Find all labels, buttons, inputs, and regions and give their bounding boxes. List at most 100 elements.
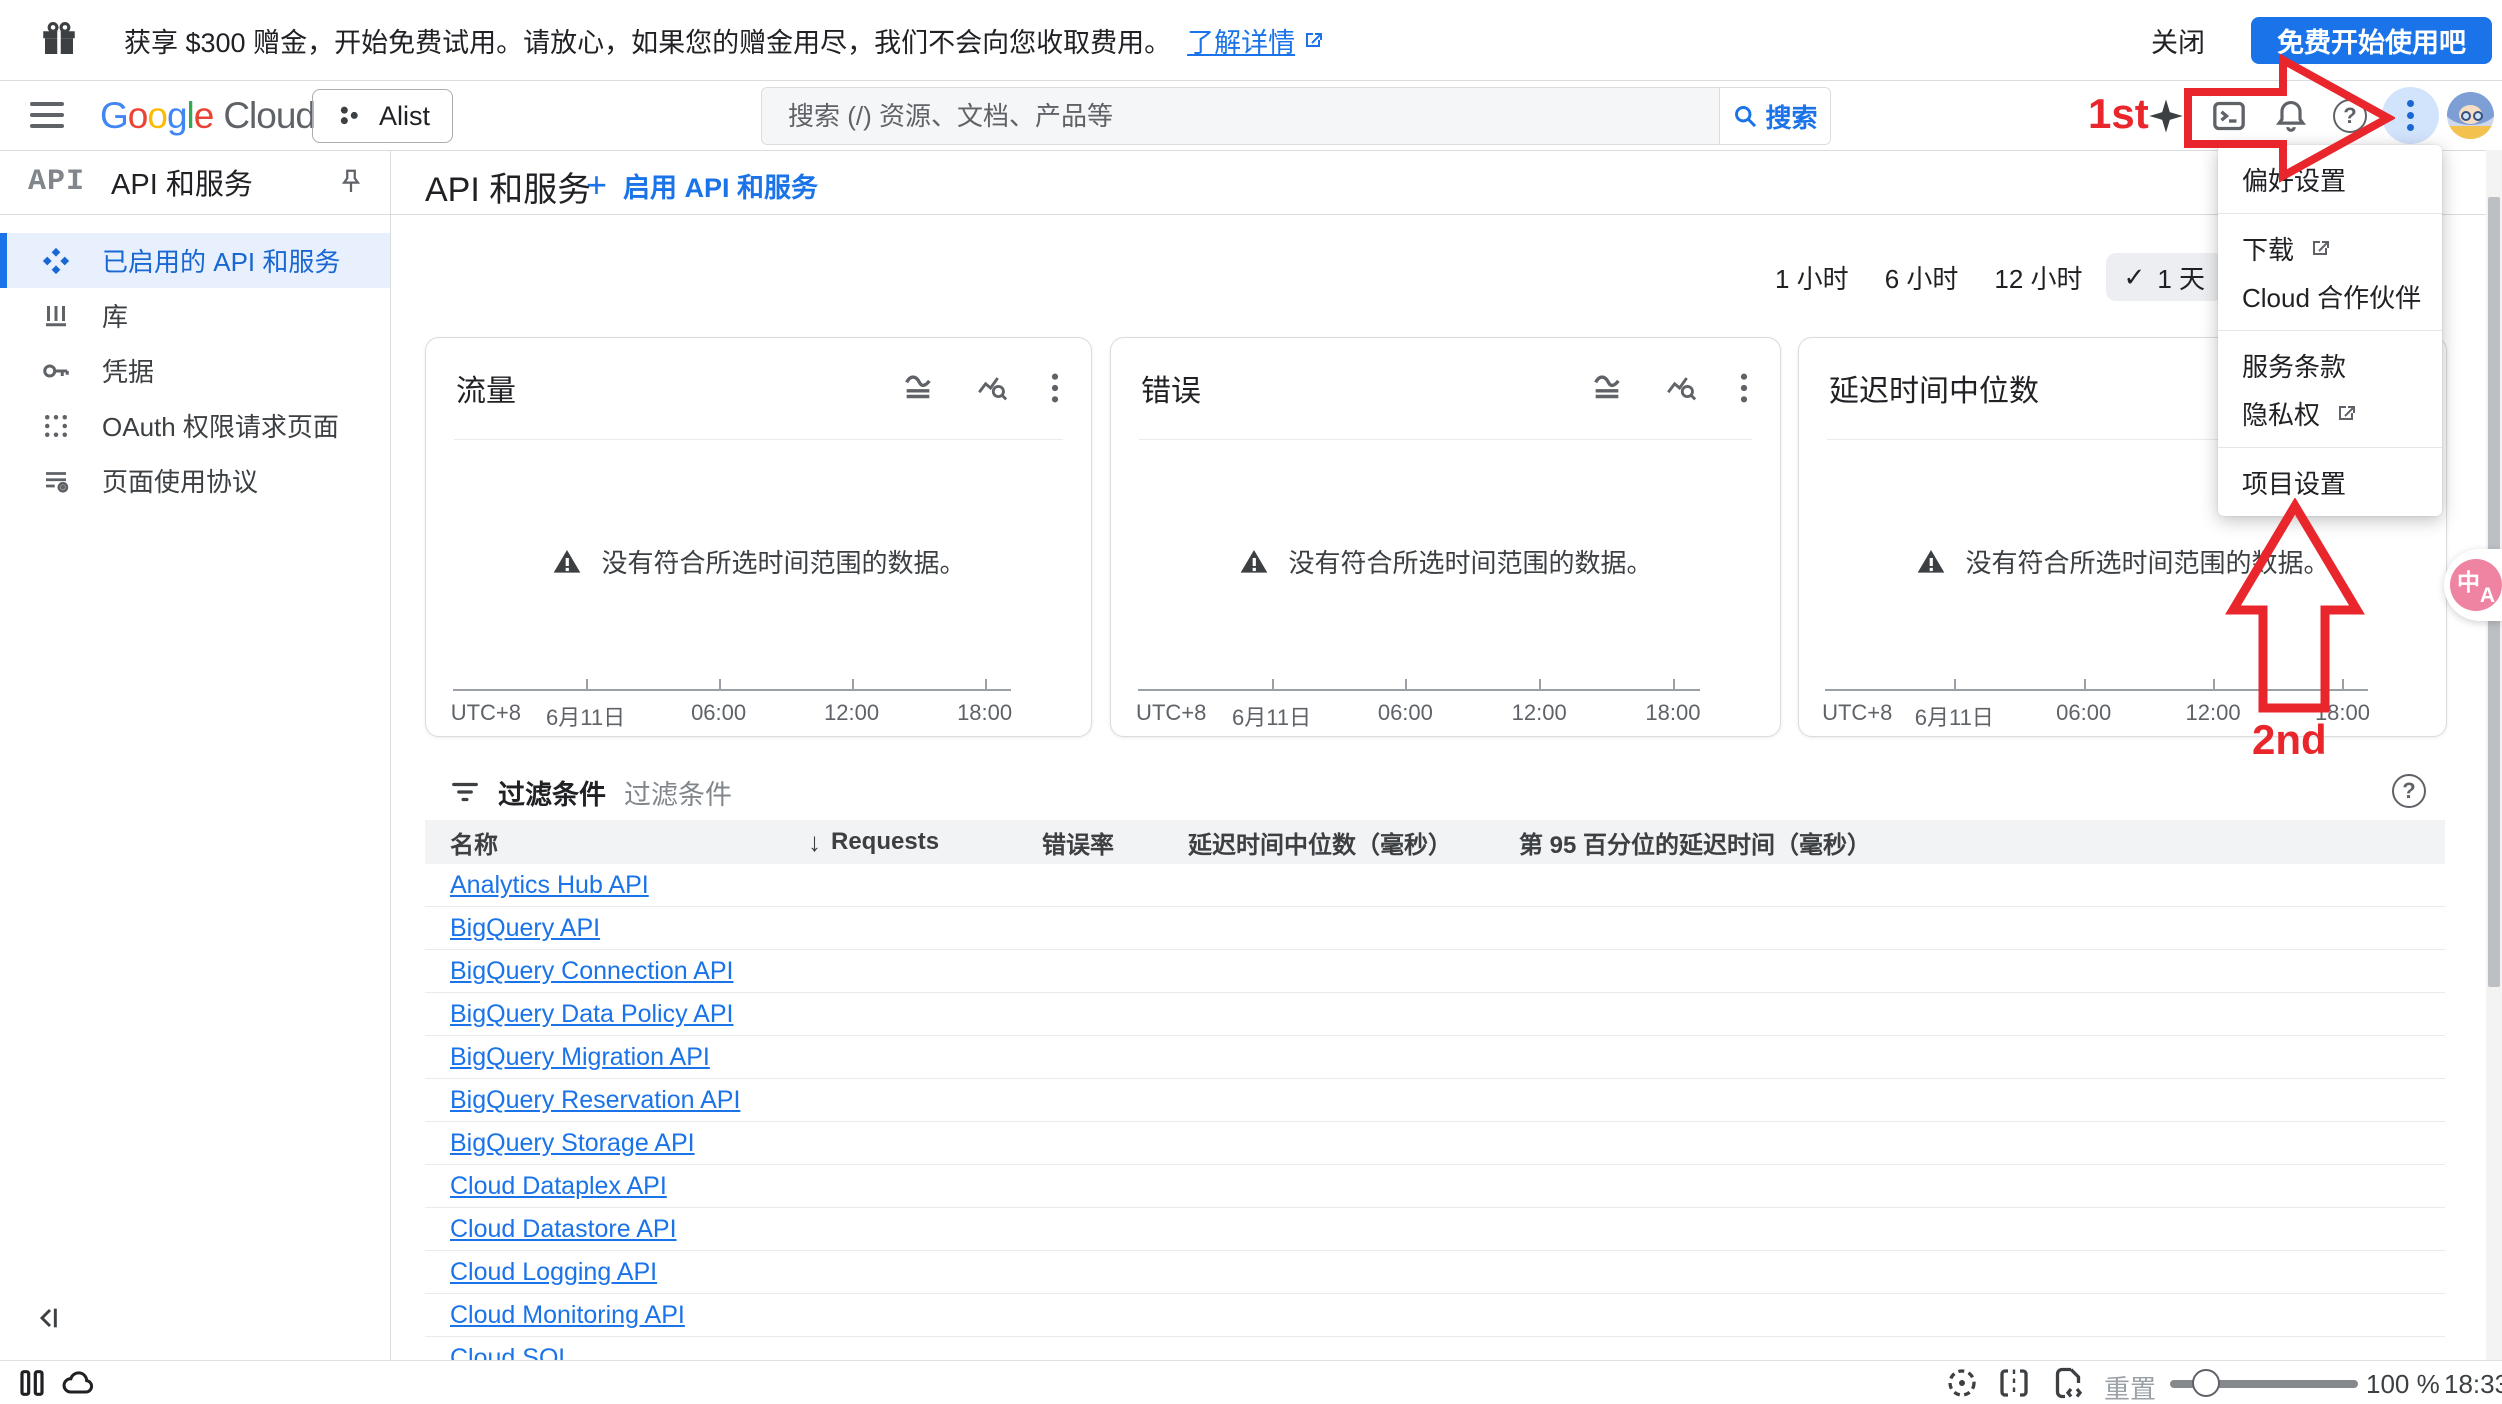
search-icon	[1732, 103, 1759, 130]
api-link[interactable]: Cloud Monitoring API	[450, 1301, 685, 1330]
oauth-consent-icon	[40, 411, 72, 441]
menu-item-terms-of-service[interactable]: 服务条款	[2218, 341, 2442, 389]
sidebar-item-enabled-apis[interactable]: 已启用的 API 和服务	[0, 233, 390, 288]
menu-item-cloud-partners[interactable]: Cloud 合作伙伴	[2218, 272, 2442, 320]
sparkle-icon	[2146, 96, 2186, 136]
project-icon	[335, 102, 363, 130]
api-link[interactable]: Cloud SQL	[450, 1344, 572, 1361]
pause-icon[interactable]	[16, 1367, 48, 1399]
slider-knob[interactable]	[2192, 1369, 2220, 1397]
filter-label: 过滤条件	[498, 773, 606, 812]
sidebar-item-page-usage-agreements[interactable]: 页面使用协议	[0, 453, 390, 508]
warning-icon	[1238, 546, 1270, 578]
search-button[interactable]: 搜索	[1719, 88, 1830, 144]
time-range-1d-selected[interactable]: ✓ 1 天	[2106, 253, 2223, 301]
axis-label: 06:00	[1378, 700, 1433, 726]
external-link-icon	[2334, 401, 2358, 425]
menu-item-privacy[interactable]: 隐私权	[2218, 389, 2442, 437]
smoothing-icon[interactable]	[1590, 371, 1624, 405]
axis-label: 18:00	[1645, 700, 1700, 726]
api-link[interactable]: BigQuery Reservation API	[450, 1086, 740, 1115]
card-header: 流量	[426, 338, 1091, 438]
col-name[interactable]: 名称	[450, 825, 808, 860]
external-link-icon	[1301, 28, 1325, 52]
project-name: Alist	[379, 101, 430, 132]
sidebar-item-label: 凭据	[102, 352, 154, 389]
api-link[interactable]: Cloud Dataplex API	[450, 1172, 667, 1201]
hamburger-menu-icon[interactable]	[30, 102, 64, 128]
page-code-icon[interactable]	[2050, 1365, 2086, 1401]
account-avatar[interactable]	[2447, 92, 2494, 139]
annotation-step1-label: 1st	[2088, 90, 2149, 138]
explore-data-icon[interactable]	[1664, 371, 1698, 405]
sort-desc-icon: ↓	[808, 827, 821, 858]
api-link[interactable]: BigQuery Data Policy API	[450, 1000, 733, 1029]
collapse-sidebar-icon[interactable]	[34, 1302, 66, 1334]
more-options-dropdown: 偏好设置 下载 Cloud 合作伙伴 服务条款 隐私权 项目设置	[2218, 145, 2442, 516]
col-requests[interactable]: ↓ Requests	[808, 827, 1042, 858]
screenshot-region-icon[interactable]	[1944, 1365, 1980, 1401]
table-row: BigQuery Storage API	[425, 1122, 2445, 1165]
api-product-logo: API	[28, 165, 85, 199]
table-row: Analytics Hub API	[425, 864, 2445, 907]
time-range-6h[interactable]: 6 小时	[1872, 259, 1972, 296]
axis-label: 06:00	[691, 700, 746, 726]
table-row: BigQuery Reservation API	[425, 1079, 2445, 1122]
api-link[interactable]: BigQuery Migration API	[450, 1043, 710, 1072]
playback-slider[interactable]	[2170, 1380, 2358, 1388]
sidebar-item-credentials[interactable]: 凭据	[0, 343, 390, 398]
table-row: Cloud Logging API	[425, 1251, 2445, 1294]
warning-icon	[551, 546, 583, 578]
col-p95-latency[interactable]: 第 95 百分位的延迟时间（毫秒）	[1519, 825, 2445, 860]
pin-icon[interactable]	[336, 167, 366, 197]
search-input[interactable]	[762, 88, 1719, 144]
col-median-latency[interactable]: 延迟时间中位数（毫秒）	[1188, 825, 1519, 860]
explore-data-icon[interactable]	[975, 371, 1009, 405]
table-row: Cloud SQL	[425, 1337, 2445, 1360]
plus-icon: +	[586, 164, 607, 206]
axis-label: 6月11日	[546, 700, 625, 732]
enable-apis-button[interactable]: + 启用 API 和服务	[586, 164, 818, 206]
cloud-sync-icon[interactable]	[60, 1365, 96, 1401]
api-link[interactable]: BigQuery API	[450, 914, 600, 943]
filter-icon	[450, 777, 480, 807]
table-row: BigQuery API	[425, 907, 2445, 950]
card-kebab-icon[interactable]	[1049, 371, 1061, 405]
translate-badge[interactable]: 中 A	[2444, 549, 2502, 621]
api-link[interactable]: BigQuery Storage API	[450, 1129, 695, 1158]
card-kebab-icon[interactable]	[1738, 371, 1750, 405]
smoothing-icon[interactable]	[901, 371, 935, 405]
api-link[interactable]: BigQuery Connection API	[450, 957, 734, 986]
sidebar: API API 和服务 已启用的 API 和服务 库	[0, 150, 391, 1360]
check-icon: ✓	[2124, 262, 2146, 293]
project-selector[interactable]: Alist	[312, 89, 453, 143]
learn-more-link[interactable]: 了解详情	[1187, 21, 1325, 60]
card-title: 错误	[1141, 366, 1590, 410]
filter-placeholder[interactable]: 过滤条件	[624, 773, 732, 812]
table-filter-bar[interactable]: 过滤条件 过滤条件	[450, 766, 732, 818]
api-link[interactable]: Analytics Hub API	[450, 871, 649, 900]
api-link[interactable]: Cloud Datastore API	[450, 1215, 677, 1244]
reset-button[interactable]: 重置	[2104, 1369, 2156, 1404]
split-view-icon[interactable]	[1996, 1365, 2032, 1401]
logo-cloud-text: Cloud	[223, 95, 315, 137]
api-link[interactable]: Cloud Logging API	[450, 1258, 657, 1287]
warning-icon	[1915, 546, 1947, 578]
google-cloud-logo[interactable]: Google Cloud	[100, 95, 315, 137]
time-range-12h[interactable]: 12 小时	[1981, 259, 2095, 296]
menu-item-downloads[interactable]: 下载	[2218, 224, 2442, 272]
table-help-icon[interactable]: ?	[2392, 774, 2426, 808]
kebab-icon	[2407, 100, 2414, 131]
footer-toolbar: 重置 100 % 18:33	[0, 1360, 2502, 1404]
apis-table: 名称 ↓ Requests 错误率 延迟时间中位数（毫秒） 第 95 百分位的延…	[425, 820, 2445, 1360]
sidebar-item-oauth-consent[interactable]: OAuth 权限请求页面	[0, 398, 390, 453]
sidebar-item-library[interactable]: 库	[0, 288, 390, 343]
time-range-1h[interactable]: 1 小时	[1762, 259, 1862, 296]
external-link-icon	[2308, 236, 2332, 260]
axis-label: 6月11日	[1915, 700, 1994, 732]
no-data-message: 没有符合所选时间范围的数据。	[1111, 543, 1780, 580]
google-cloud-console: 获享 $300 赠金，开始免费试用。请放心，如果您的赠金用尽，我们不会向您收取费…	[0, 0, 2502, 1404]
sidebar-nav: 已启用的 API 和服务 库 凭据 OAuth 权限请求页面	[0, 215, 390, 508]
axis-timezone: UTC+8	[1136, 700, 1206, 726]
col-error-rate[interactable]: 错误率	[1042, 825, 1188, 860]
